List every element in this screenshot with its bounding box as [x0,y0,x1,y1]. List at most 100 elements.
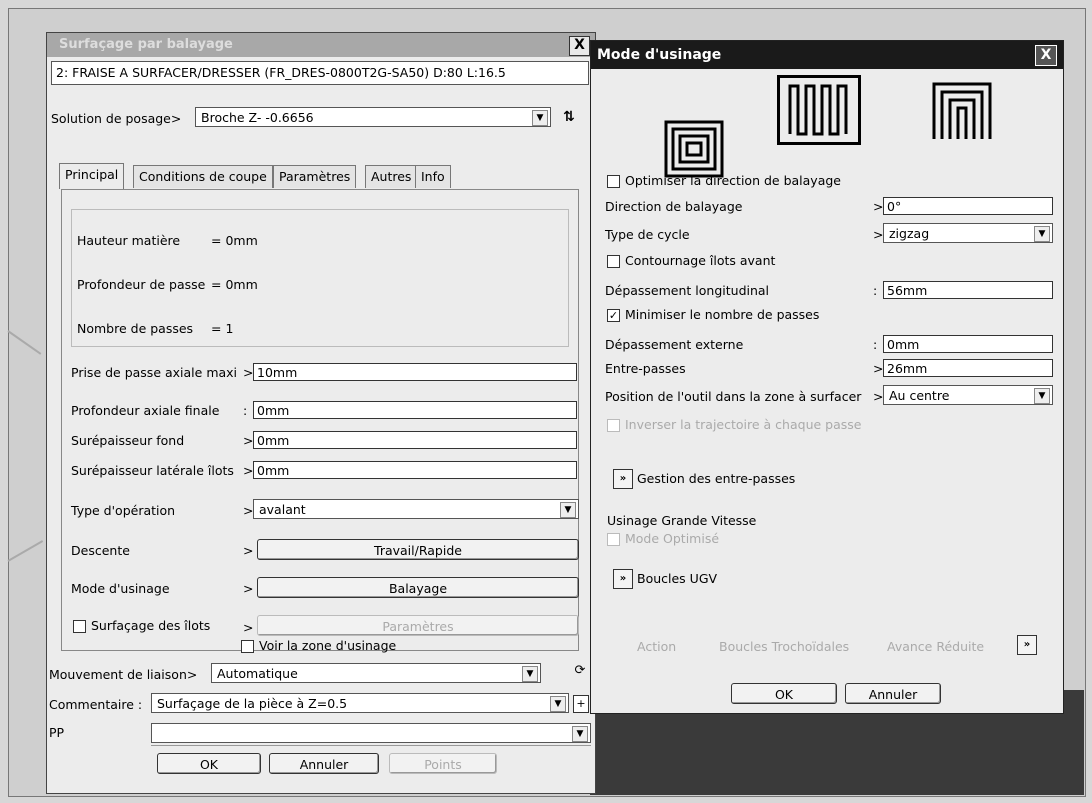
optimiser-checkbox[interactable] [607,175,620,188]
param-sep: > [243,433,254,448]
mouvement-label: Mouvement de liaison> [49,667,198,682]
type-operation-value: avalant [259,502,306,517]
type-cycle-value: zigzag [889,226,930,241]
position-outil-value: Au centre [889,388,950,403]
info-value: = 0mm [211,277,258,292]
expand-more-icon[interactable]: » [1017,635,1037,655]
dialog-title: Mode d'usinage [591,41,1063,69]
action-link[interactable]: Action [637,639,676,654]
chevron-down-icon[interactable]: ▼ [522,666,538,682]
param-label: Prise de passe axiale maxi [71,365,238,380]
direction-label: Direction de balayage [605,199,743,214]
ok-button[interactable]: OK [157,753,261,774]
chevron-down-icon[interactable]: ▼ [560,502,576,518]
descente-button[interactable]: Travail/Rapide [257,539,579,560]
avance-reduite-link[interactable]: Avance Réduite [887,639,984,654]
param-sep: : [873,283,878,298]
chevron-down-icon[interactable]: ▼ [572,726,588,742]
descente-label: Descente [71,543,130,558]
info-label: Nombre de passes [77,321,194,336]
tab-parametres[interactable]: Paramètres [273,165,357,188]
chevron-down-icon[interactable]: ▼ [532,110,548,126]
tab-info[interactable]: Info [415,165,451,188]
param-sep: > [243,581,254,596]
mouvement-value: Automatique [217,666,298,681]
cancel-button[interactable]: Annuler [845,683,941,704]
mode-usinage-dialog: Mode d'usinage X Optimiser la direction … [590,40,1064,714]
direction-field[interactable]: 0° [883,197,1053,215]
posage-select[interactable]: Broche Z- -0.6656 ▼ [195,107,551,127]
pp-select[interactable]: ▼ [151,723,591,743]
boucles-label: Boucles UGV [637,571,718,586]
mode-optimise-checkbox[interactable] [607,533,620,546]
chevron-down-icon[interactable]: ▼ [1034,388,1050,404]
cancel-button[interactable]: Annuler [269,753,379,774]
chevron-down-icon[interactable]: ▼ [1034,226,1050,242]
type-cycle-label: Type de cycle [605,227,690,242]
param-sep: > [873,361,884,376]
surfacage-ilots-checkbox[interactable] [73,620,86,633]
chevron-down-icon[interactable]: ▼ [550,696,566,712]
position-outil-label: Position de l'outil dans la zone à surfa… [605,389,862,404]
entre-passes-label: Entre-passes [605,361,686,376]
info-value: = 1 [211,321,234,336]
contournage-label: Contournage îlots avant [625,253,776,268]
prise-passe-field[interactable]: 10mm [253,363,577,381]
link-icon[interactable]: ⟳ [571,663,589,683]
position-outil-select[interactable]: Au centre ▼ [883,385,1053,405]
spiral-pattern-icon[interactable] [663,119,725,179]
posage-value: Broche Z- -0.6656 [201,110,314,125]
tab-conditions[interactable]: Conditions de coupe [133,165,273,188]
commentaire-select[interactable]: Surfaçage de la pièce à Z=0.5 ▼ [151,693,569,713]
close-icon[interactable]: X [569,36,590,56]
depassement-long-field[interactable]: 56mm [883,281,1053,299]
type-cycle-select[interactable]: zigzag ▼ [883,223,1053,243]
info-label: Hauteur matière [77,233,181,248]
close-icon[interactable]: X [1035,45,1057,66]
tab-principal[interactable]: Principal [59,163,125,189]
param-sep: > [243,365,254,380]
inverser-label: Inverser la trajectoire à chaque passe [625,417,862,432]
profondeur-finale-field[interactable]: 0mm [253,401,577,419]
surepaisseur-fond-field[interactable]: 0mm [253,431,577,449]
mouvement-select[interactable]: Automatique ▼ [211,663,541,683]
mode-usinage-button[interactable]: Balayage [257,577,579,598]
add-comment-icon[interactable]: + [573,695,589,713]
commentaire-label: Commentaire : [49,697,143,712]
ok-button[interactable]: OK [731,683,837,704]
info-label: Profondeur de passe [77,277,206,292]
parametres-button[interactable]: Paramètres [257,615,579,636]
param-sep: > [873,389,884,404]
info-value: = 0mm [211,233,258,248]
tool-field[interactable]: 2: FRAISE A SURFACER/DRESSER (FR_DRES-08… [51,61,589,85]
voir-zone-label: Voir la zone d'usinage [259,638,397,653]
tab-autres[interactable]: Autres [365,165,418,188]
surfacage-ilots-label: Surfaçage des îlots [91,618,211,633]
swap-icon[interactable]: ⇅ [559,107,579,127]
contournage-checkbox[interactable] [607,255,620,268]
type-operation-select[interactable]: avalant ▼ [253,499,579,519]
pp-label: PP [49,725,65,740]
contour-pattern-icon[interactable] [931,81,993,141]
surfacage-dialog: Surfaçage par balayage X 2: FRAISE A SUR… [46,32,596,794]
divider [151,745,591,746]
depassement-ext-field[interactable]: 0mm [883,335,1053,353]
boucles-trochoidales-link[interactable]: Boucles Trochoïdales [719,639,849,654]
param-sep: > [873,199,884,214]
expand-gestion-icon[interactable]: » [613,469,633,489]
param-label: Surépaisseur latérale îlots [71,463,234,478]
param-sep: > [243,620,254,635]
param-sep: : [873,337,878,352]
points-button[interactable]: Points [389,753,497,774]
minimiser-checkbox[interactable]: ✓ [607,309,620,322]
entre-passes-field[interactable]: 26mm [883,359,1053,377]
voir-zone-checkbox[interactable] [241,640,254,653]
depassement-ext-label: Dépassement externe [605,337,744,352]
optimiser-label: Optimiser la direction de balayage [625,173,841,188]
param-sep: > [873,227,884,242]
surepaisseur-laterale-field[interactable]: 0mm [253,461,577,479]
inverser-checkbox[interactable] [607,419,620,432]
zigzag-pattern-icon[interactable] [787,83,849,137]
param-sep: > [243,543,254,558]
expand-boucles-icon[interactable]: » [613,569,633,589]
